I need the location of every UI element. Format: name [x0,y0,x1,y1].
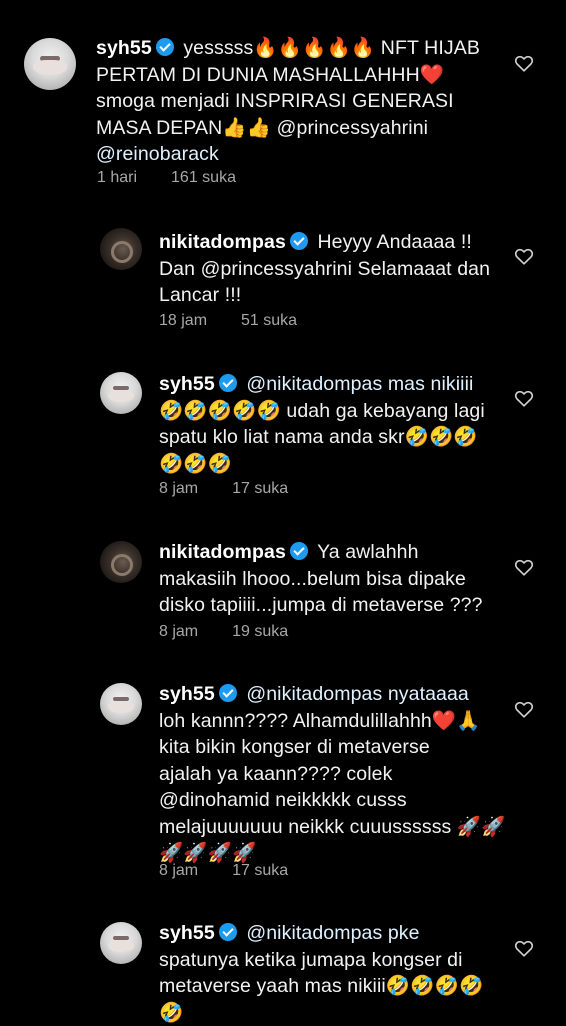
comment-text: syh55 @nikitadompas pke spatunya ketika … [159,920,519,1026]
comment-time: 18 jam [159,312,208,329]
comment-line: Heyyy Andaaaa !! [317,231,472,253]
comment-line[interactable]: @nikitadompas mas nikiiii [246,373,473,395]
comment-line: loh kannn???? Alhamdulillahhh❤️🙏 [159,709,481,732]
username[interactable]: syh55 [159,373,215,395]
mention-link[interactable]: @reinobarack [96,143,219,165]
avatar[interactable] [100,541,142,583]
comment-meta: 8 jam 19 suka [159,623,288,641]
comment-meta: 8 jam 17 suka [159,862,288,880]
comment-line: disko tapiiii...jumpa di metaverse ??? [159,594,483,616]
avatar[interactable] [100,372,142,414]
comment-line: Lancar !!! [159,284,242,306]
comment-line: 🤣🤣🤣🤣🤣 udah ga kebayang lagi [159,399,485,422]
comment-line: 🚀🚀🚀🚀 [159,842,257,864]
verified-badge-icon [289,232,308,250]
username[interactable]: syh55 [159,683,215,705]
comment-line[interactable]: @nikitadompas pke [246,922,419,944]
comment-meta: 18 jam 51 suka [159,312,297,330]
comment-text: syh55 @nikitadompas nyataaaa loh kannn??… [159,681,519,867]
comment-line[interactable]: @nikitadompas nyataaaa [246,683,469,705]
comment-text: syh55 @nikitadompas mas nikiiii 🤣🤣🤣🤣🤣 ud… [159,371,519,477]
likes-count[interactable]: 51 suka [241,312,297,330]
comment-text: nikitadompas Ya awlahhh makasiih lhooo..… [159,539,519,619]
heart-outline-icon[interactable] [513,52,535,74]
comment-meta: 1 hari 161 suka [97,169,236,187]
username[interactable]: syh55 [159,922,215,944]
verified-badge-icon [218,374,237,392]
comment-line: Ya awlahhh [317,541,419,563]
username[interactable]: syh55 [96,37,152,59]
heart-outline-icon[interactable] [513,245,535,267]
comment-text: nikitadompas Heyyy Andaaaa !! Dan @princ… [159,229,519,309]
comment-line: melajuuuuuuu neikkk cuuussssss 🚀🚀 [159,815,506,838]
comment-line: 🤣🤣🤣 [159,452,233,475]
avatar[interactable] [100,228,142,270]
comment-text: syh55 yesssss🔥🔥🔥🔥🔥 NFT HIJAB PERTAM DI D… [96,35,506,168]
likes-count[interactable]: 17 suka [232,480,288,498]
avatar[interactable] [24,38,76,90]
comment-line: MASA DEPAN👍👍 @princessyahrini [96,116,429,139]
comment-line: Dan @princessyahrini Selamaaat dan [159,257,491,280]
heart-outline-icon[interactable] [513,937,535,959]
comment-line: ajalah ya kaann???? colek [159,762,393,785]
comment-time: 8 jam [159,862,199,879]
comment-line: makasiih lhooo...belum bisa dipake [159,567,466,590]
comment-time: 8 jam [159,623,199,640]
likes-count[interactable]: 17 suka [232,862,288,880]
verified-badge-icon [155,38,174,56]
comment-line: spatunya ketika jumapa kongser di [159,948,463,971]
comment-line: kita bikin kongser di metaverse [159,736,430,758]
comment-line: 🤣 [159,1001,184,1024]
heart-outline-icon[interactable] [513,698,535,720]
heart-outline-icon[interactable] [513,387,535,409]
avatar[interactable] [100,683,142,725]
verified-badge-icon [218,684,237,702]
comment-line: @dinohamid neikkkkk cusss [159,789,407,811]
verified-badge-icon [289,542,308,560]
comment-time: 1 hari [97,169,138,186]
comment-line: yesssss🔥🔥🔥🔥🔥 NFT HIJAB [183,37,480,59]
comment-line: spatu klo liat nama anda skr🤣🤣🤣 [159,426,478,448]
username[interactable]: nikitadompas [159,231,286,253]
avatar[interactable] [100,922,142,964]
comment-line: metaverse yaah mas nikiii🤣🤣🤣🤣 [159,975,484,997]
comment-line: PERTAM DI DUNIA MASHALLAHHH❤️ [96,63,445,86]
likes-count[interactable]: 19 suka [232,623,288,641]
comment-time: 8 jam [159,480,199,497]
verified-badge-icon [218,923,237,941]
likes-count[interactable]: 161 suka [171,169,236,187]
heart-outline-icon[interactable] [513,556,535,578]
comment-meta: 8 jam 17 suka [159,480,288,498]
username[interactable]: nikitadompas [159,541,286,563]
comment-line: smoga menjadi INSPRIRASI GENERASI [96,90,454,112]
